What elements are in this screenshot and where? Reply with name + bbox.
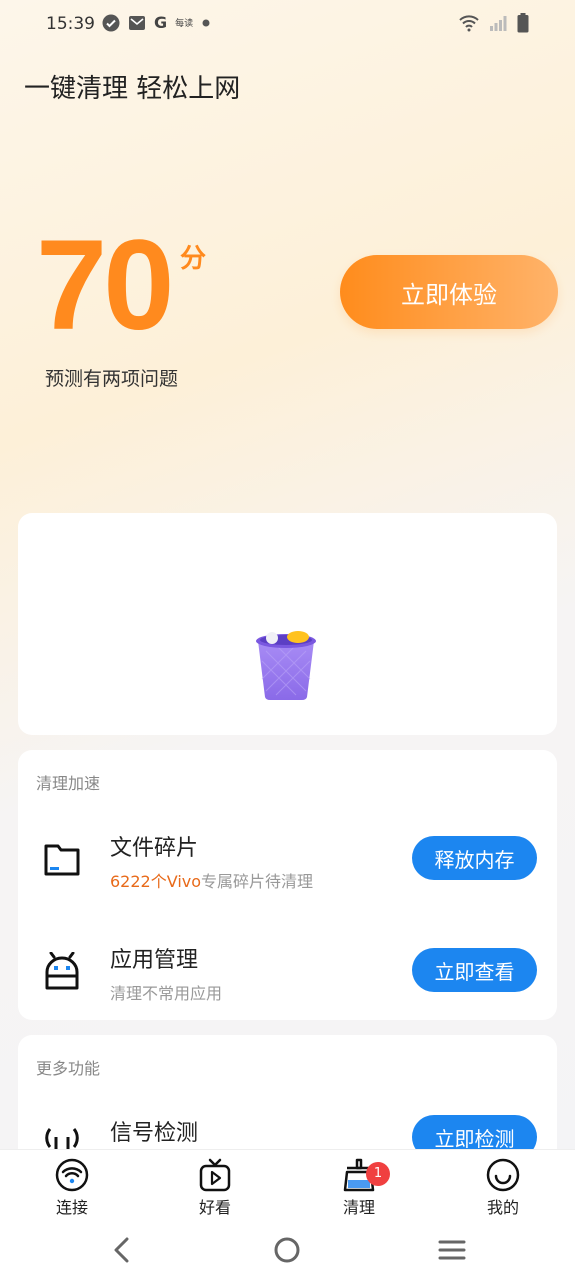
mail-icon [129,15,145,30]
page-title: 一键清理 轻松上网 [24,74,241,104]
battery-icon [517,13,529,33]
system-nav-bar [0,1221,575,1280]
feature-row-file-fragments[interactable]: 文件碎片 6222个Vivo专属碎片待清理 释放内存 [18,824,557,904]
trash-bin-icon [256,631,316,700]
back-icon [114,1237,129,1263]
tab-label: 连接 [55,1198,88,1217]
free-memory-button[interactable]: 释放内存 [412,836,537,880]
score-value: 70 [36,214,174,357]
tab-label: 清理 [342,1198,375,1217]
home-circle-icon [274,1237,300,1263]
signal-icon [490,16,507,31]
feature-subtitle: 清理不常用应用 [110,984,223,1003]
wifi-icon [459,15,479,32]
status-bar: 15:39 G 每读 [0,0,575,48]
view-now-button[interactable]: 立即查看 [412,948,537,992]
status-time: 15:39 [46,14,95,34]
section-title-cleanup: 清理加速 [36,774,101,793]
score-description: 预测有两项问题 [45,368,179,390]
android-icon [45,952,79,990]
notification-badge: 1 [366,1162,390,1186]
score-display: 70 分 [36,222,236,352]
bottom-tab-bar: 连接 好看 1 清理 我的 [0,1149,575,1222]
tab-label: 我的 [486,1198,519,1217]
cleanup-section: 清理加速 文件碎片 6222个Vivo专属碎片待清理 释放内存 应用管理 清理不… [18,750,557,1020]
section-title-more: 更多功能 [36,1059,101,1078]
feature-title: 应用管理 [110,948,199,973]
video-icon [199,1158,231,1192]
tab-watch[interactable]: 好看 [170,1158,260,1218]
score-unit: 分 [180,244,207,274]
status-icons-left: G 每读 [102,13,211,32]
feature-title: 信号检测 [110,1121,199,1146]
check-circle-icon [102,14,120,31]
folder-icon [44,844,80,876]
menu-button[interactable] [432,1235,472,1265]
app-icon: 每读 [175,19,194,29]
google-icon: G [154,13,168,32]
back-button[interactable] [102,1235,142,1265]
experience-now-button[interactable]: 立即体验 [340,255,558,329]
feature-subtitle: 6222个Vivo专属碎片待清理 [110,872,314,891]
fragment-count: 6222个Vivo [110,872,202,891]
feature-title: 文件碎片 [110,836,199,861]
dot-icon [202,19,210,26]
feature-row-app-management[interactable]: 应用管理 清理不常用应用 立即查看 [18,936,557,1016]
home-button[interactable] [267,1235,307,1265]
wifi-icon [55,1158,89,1192]
tab-clean[interactable]: 1 清理 [314,1158,404,1218]
tab-label: 好看 [198,1198,231,1217]
smile-icon [486,1158,520,1192]
tab-connect[interactable]: 连接 [27,1158,117,1218]
cleanup-animation-card [18,513,557,735]
status-icons-right [459,13,529,33]
menu-icon [438,1240,466,1260]
tab-mine[interactable]: 我的 [458,1158,548,1218]
